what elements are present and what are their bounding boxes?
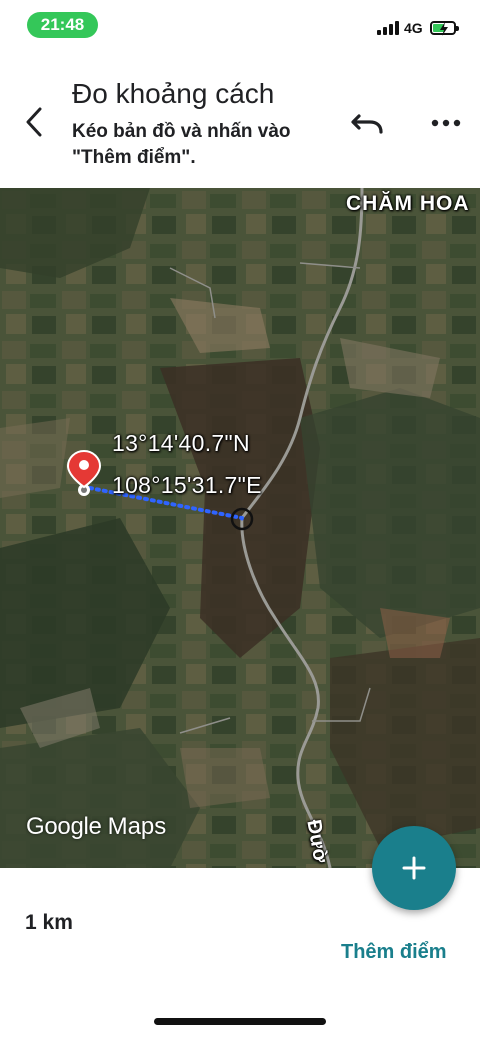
home-indicator[interactable] (154, 1018, 326, 1025)
plus-icon (402, 856, 426, 880)
logo-maps-text: Maps (107, 813, 167, 840)
satellite-map[interactable]: CHĂM HOA 13°14'40.7"N 108°15'31.7"E Đườ … (0, 188, 480, 868)
more-options-button[interactable] (426, 110, 466, 136)
signal-icon (377, 21, 399, 35)
header: Đo khoảng cách Kéo bản đồ và nhấn vào "T… (0, 52, 480, 188)
longitude-label: 108°15'31.7"E (112, 472, 262, 498)
google-maps-logo: Google Maps (26, 813, 166, 841)
logo-google-text: Google (26, 813, 102, 840)
more-horizontal-icon (431, 119, 461, 127)
page-title: Đo khoảng cách (72, 78, 275, 109)
back-button[interactable] (18, 102, 50, 142)
crosshair-icon (230, 507, 254, 531)
undo-button[interactable] (348, 110, 386, 136)
latitude-label: 13°14'40.7"N (112, 430, 250, 456)
back-arrow-icon (26, 107, 42, 137)
add-point-fab[interactable] (372, 826, 456, 910)
undo-icon (351, 114, 383, 134)
map-place-label: CHĂM HOA (346, 192, 470, 215)
network-type: 4G (404, 20, 423, 36)
add-point-button[interactable]: Thêm điểm (341, 941, 447, 964)
status-bar: 21:48 4G (0, 0, 480, 52)
status-time: 21:48 (27, 12, 98, 38)
battery-icon (430, 21, 459, 36)
page-subtitle: Kéo bản đồ và nhấn vào "Thêm điểm". (72, 121, 291, 168)
location-pin-icon[interactable] (66, 449, 102, 499)
total-distance: 1 km (25, 911, 73, 934)
